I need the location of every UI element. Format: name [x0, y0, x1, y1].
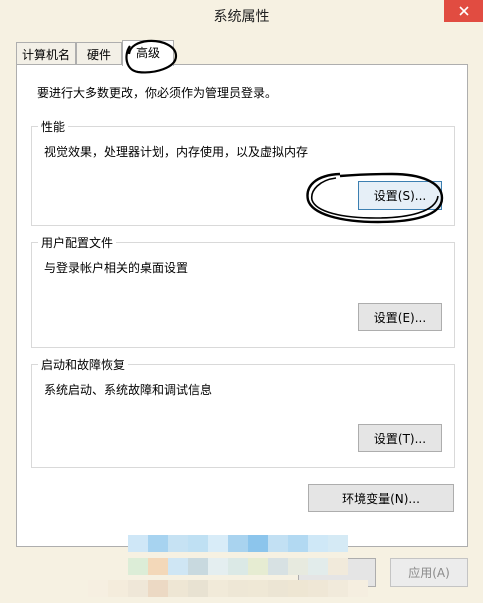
performance-group: 性能 视觉效果，处理器计划，内存使用，以及虚拟内存 设置(S)...	[31, 118, 455, 226]
title-bar: 系统属性	[0, 0, 483, 32]
startup-recovery-group: 启动和故障恢复 系统启动、系统故障和调试信息 设置(T)...	[31, 356, 455, 468]
tab-hardware[interactable]: 硬件	[76, 42, 122, 64]
startup-recovery-description: 系统启动、系统故障和调试信息	[44, 383, 213, 397]
user-profiles-description: 与登录帐户相关的桌面设置	[44, 261, 189, 275]
blurred-region	[88, 535, 368, 603]
tab-advanced[interactable]: 高级	[122, 40, 174, 66]
startup-recovery-settings-button[interactable]: 设置(T)...	[358, 424, 442, 452]
close-icon	[458, 6, 469, 16]
user-profiles-title: 用户配置文件	[38, 234, 117, 251]
admin-notice: 要进行大多数更改，你必须作为管理员登录。	[37, 86, 278, 100]
performance-settings-button[interactable]: 设置(S)...	[358, 181, 442, 210]
advanced-panel: 要进行大多数更改，你必须作为管理员登录。 性能 视觉效果，处理器计划，内存使用，…	[16, 64, 468, 547]
tab-computer-name[interactable]: 计算机名	[16, 42, 76, 64]
environment-variables-button[interactable]: 环境变量(N)...	[308, 484, 454, 512]
performance-description: 视觉效果，处理器计划，内存使用，以及虚拟内存	[44, 145, 309, 159]
user-profiles-settings-button[interactable]: 设置(E)...	[358, 303, 442, 331]
performance-title: 性能	[38, 118, 69, 135]
user-profiles-group: 用户配置文件 与登录帐户相关的桌面设置 设置(E)...	[31, 234, 455, 348]
startup-recovery-title: 启动和故障恢复	[38, 356, 129, 373]
close-button[interactable]	[444, 0, 483, 22]
apply-button[interactable]: 应用(A)	[390, 558, 468, 587]
window-title: 系统属性	[213, 9, 270, 25]
